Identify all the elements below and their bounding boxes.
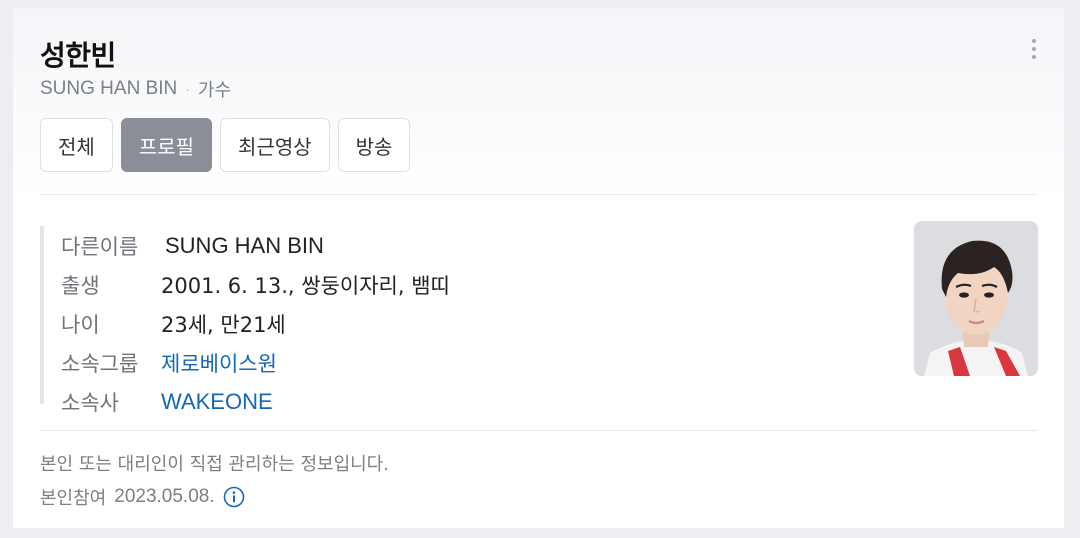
occupation: 가수 [197, 80, 232, 101]
person-name: 성한빈 [40, 39, 116, 72]
info-label: 출생 [61, 273, 100, 298]
separator-dot: · [185, 81, 190, 97]
info-row-group: 소속그룹 제로베이스원 [61, 343, 450, 382]
footer-divider [40, 430, 1038, 431]
info-row-birth: 출생 2001. 6. 13., 쌍둥이자리, 뱀띠 [61, 265, 450, 304]
profile-card: 성한빈 SUNG HAN BIN · 가수 전체 프로필 최근영상 방송 다른이… [13, 8, 1064, 528]
info-label: 나이 [61, 312, 100, 337]
profile-photo[interactable] [914, 221, 1038, 376]
managed-notice: 본인 또는 대리인이 직접 관리하는 정보입니다. [40, 454, 389, 475]
info-value: 23세, 만21세 [161, 312, 286, 337]
participation-label: 본인참여 [40, 488, 107, 509]
info-label: 소속사 [61, 390, 119, 415]
info-row-age: 나이 23세, 만21세 [61, 304, 450, 343]
agency-link[interactable]: WAKEONE [161, 389, 273, 415]
more-options-icon[interactable] [1028, 34, 1040, 64]
tab-profile[interactable]: 프로필 [120, 118, 213, 172]
tab-all[interactable]: 전체 [40, 118, 113, 172]
tab-broadcast[interactable]: 방송 [337, 118, 411, 172]
subtitle-line: SUNG HAN BIN · 가수 [40, 76, 231, 102]
info-circle-icon[interactable] [223, 486, 245, 508]
header-divider [40, 194, 1038, 195]
participation-date: 2023.05.08. [114, 486, 215, 507]
info-value: SUNG HAN BIN [165, 232, 324, 258]
tab-recent-videos[interactable]: 최근영상 [220, 118, 330, 172]
group-link[interactable]: 제로베이스원 [161, 348, 277, 378]
english-name: SUNG HAN BIN [40, 78, 178, 99]
tab-bar: 전체 프로필 최근영상 방송 [40, 118, 411, 172]
info-label: 다른이름 [61, 234, 139, 259]
info-row-agency: 소속사 WAKEONE [61, 382, 450, 421]
info-label: 소속그룹 [61, 351, 139, 376]
info-value: 2001. 6. 13., 쌍둥이자리, 뱀띠 [161, 273, 450, 298]
info-row-other-name: 다른이름 SUNG HAN BIN [61, 226, 450, 265]
profile-info-list: 다른이름 SUNG HAN BIN 출생 2001. 6. 13., 쌍둥이자리… [40, 226, 450, 415]
participation-line: 본인참여 2023.05.08. [40, 484, 245, 510]
